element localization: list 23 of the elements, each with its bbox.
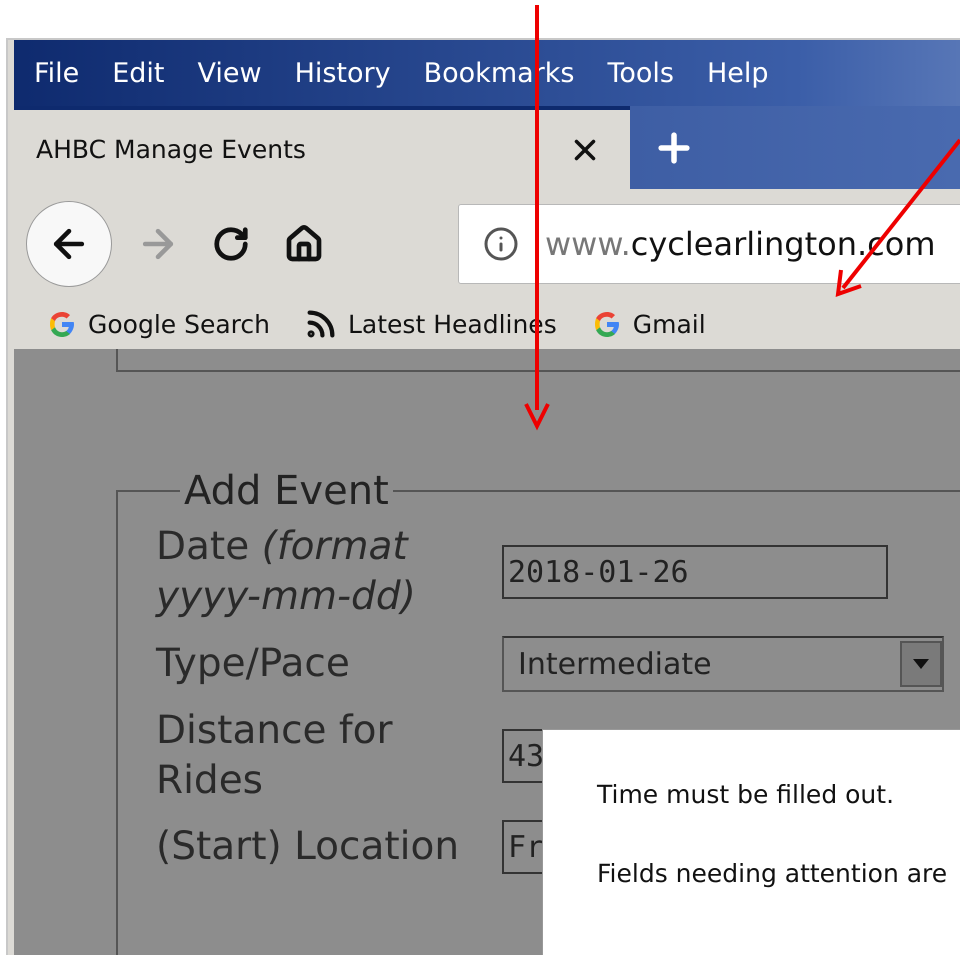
reload-icon[interactable]: [212, 225, 250, 263]
form-legend: Add Event: [180, 468, 393, 514]
dropdown-icon[interactable]: [900, 641, 942, 687]
field-label: Type/Pace: [156, 640, 351, 688]
home-icon[interactable]: [284, 224, 324, 264]
menu-item[interactable]: Tools: [595, 58, 695, 88]
bookmark-link[interactable]: Google Search: [46, 308, 270, 340]
menu-item[interactable]: Edit: [100, 58, 186, 88]
bookmark-link[interactable]: Gmail: [590, 308, 706, 340]
menu-item[interactable]: History: [282, 58, 412, 88]
field-label: Date (format yyyy-mm-dd): [156, 523, 417, 621]
info-icon: [483, 226, 519, 262]
input-field[interactable]: 2018-01-26: [502, 545, 888, 599]
menu-item[interactable]: Help: [695, 58, 790, 88]
select-field[interactable]: Intermediate: [502, 636, 944, 692]
menu-item[interactable]: View: [185, 58, 283, 88]
menu-item[interactable]: File: [22, 58, 100, 88]
alert-message: Time must be filled out.: [597, 780, 896, 809]
alert-message: Fields needing attention are: [597, 859, 948, 888]
field-label: (Start) Location: [156, 823, 460, 871]
browser-tab[interactable]: AHBC Manage Events: [14, 106, 630, 189]
field-label: Distance for Rides: [156, 707, 394, 805]
tab-title: AHBC Manage Events: [36, 135, 306, 164]
